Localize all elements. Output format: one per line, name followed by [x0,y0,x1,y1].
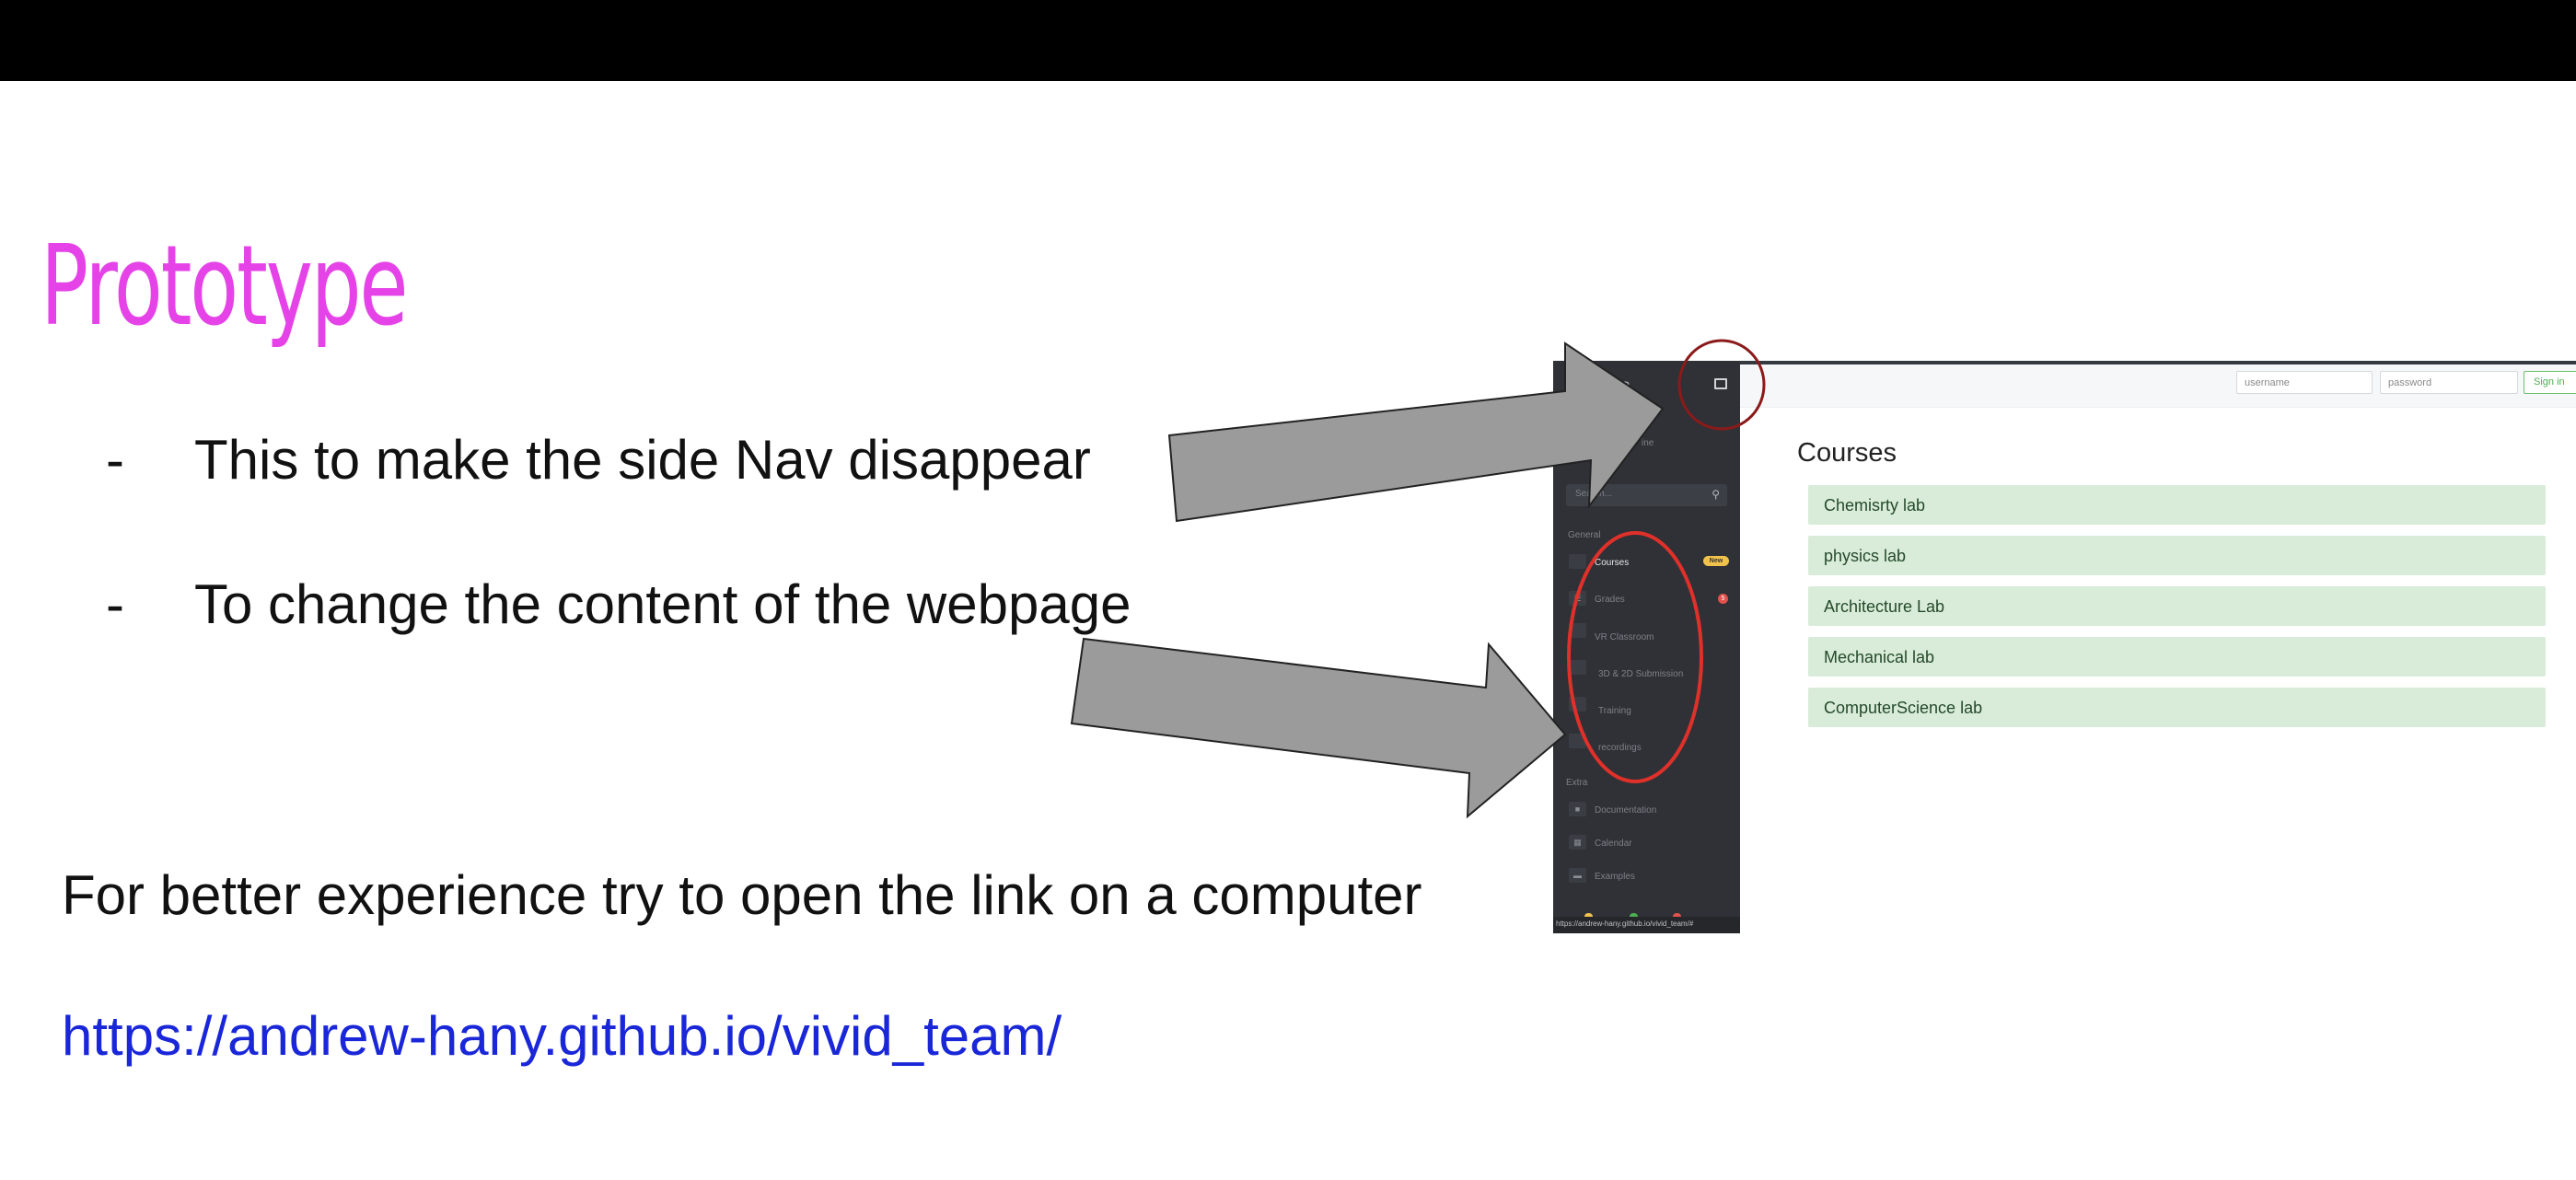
arrow-to-nav [1070,637,1567,819]
highlight-circle-toggle [1677,339,1766,431]
arrow-to-toggle [1167,341,1665,523]
annotation-overlay [1070,339,1766,819]
highlight-circle-nav [1567,531,1703,783]
